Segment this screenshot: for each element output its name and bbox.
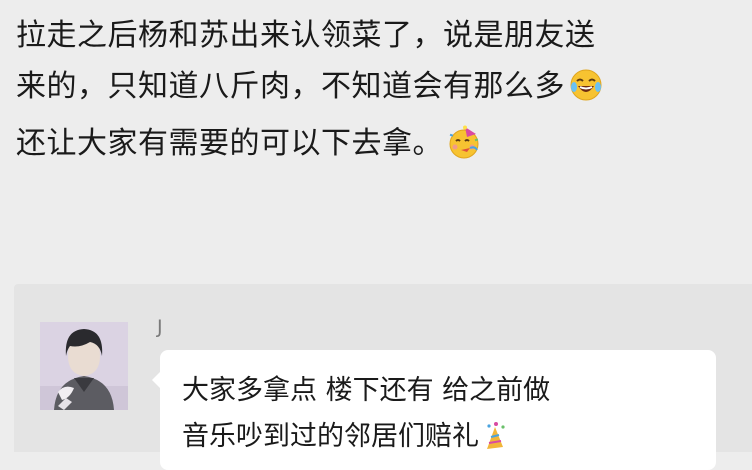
party-popper-icon: [483, 420, 509, 466]
message-text: 大家多拿点 楼下还有 给之前做 音乐吵到过的邻居们赔礼: [182, 368, 550, 466]
message-line-2: 音乐吵到过的邻居们赔礼: [182, 414, 550, 466]
post-line-3: 还让大家有需要的可以下去拿。: [16, 118, 744, 175]
partying-face-icon: [447, 124, 481, 175]
post-text: 拉走之后杨和苏出来认领菜了，说是朋友送 来的，只知道八斤肉，不知道会有那么多 还…: [16, 10, 744, 175]
avatar[interactable]: [40, 322, 128, 410]
avatar-image: [40, 322, 128, 410]
post-line-2-text: 来的，只知道八斤肉，不知道会有那么多: [16, 69, 565, 104]
face-with-tears-of-joy-icon: [569, 67, 603, 118]
post-line-2: 来的，只知道八斤肉，不知道会有那么多: [16, 61, 744, 118]
message-line-2-text: 音乐吵到过的邻居们赔礼: [182, 421, 479, 452]
sender-name: J: [157, 316, 163, 338]
message-line-1: 大家多拿点 楼下还有 给之前做: [182, 375, 551, 406]
message-bubble[interactable]: 大家多拿点 楼下还有 给之前做 音乐吵到过的邻居们赔礼: [152, 350, 716, 470]
bubble-tail: [152, 372, 160, 388]
chat-panel: J 大家多拿点 楼下还有 给之前做 音乐吵到过的邻居们赔礼: [14, 284, 752, 470]
post-line-3-text: 还让大家有需要的可以下去拿。: [16, 126, 443, 161]
post-line-1: 拉走之后杨和苏出来认领菜了，说是朋友送: [16, 18, 596, 53]
